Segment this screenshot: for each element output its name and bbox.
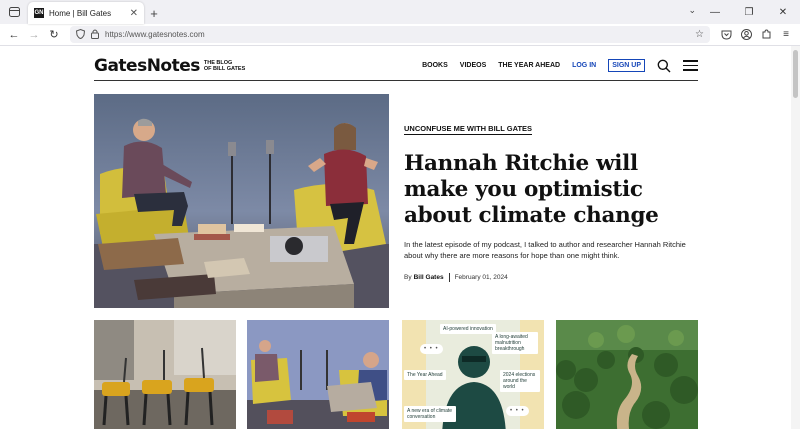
reload-icon[interactable]: ↻ — [44, 25, 64, 45]
byline: By Bill Gates February 01, 2024 — [404, 273, 694, 282]
nav-books-link[interactable]: BOOKS — [422, 62, 448, 69]
hero-headline[interactable]: Hannah Ritchie will make you optimistic … — [404, 151, 694, 229]
forward-icon[interactable]: → — [24, 25, 44, 45]
ya-label-climate: A new era of climate conversation — [404, 406, 456, 422]
hamburger-menu-icon[interactable] — [683, 60, 698, 71]
window-close-icon[interactable]: ✕ — [766, 0, 800, 24]
window-controls: — ❐ ✕ — [698, 0, 800, 24]
account-icon[interactable] — [736, 25, 756, 45]
byline-author: Bill Gates — [413, 274, 444, 281]
site-favicon-icon: GN — [34, 8, 44, 18]
browser-tab[interactable]: GN Home | Bill Gates ✕ — [28, 2, 144, 24]
tab-list-icon[interactable] — [3, 1, 25, 23]
extensions-icon[interactable] — [756, 25, 776, 45]
story-card-podcast[interactable] — [247, 320, 389, 429]
robots-image — [94, 320, 236, 429]
page-content: GatesNotes THE BLOG OF BILL GATES BOOKS … — [0, 46, 800, 429]
browser-tab-bar: GN Home | Bill Gates ✕ + ⌄ — ❐ ✕ — [0, 0, 800, 24]
bookmark-star-icon[interactable]: ☆ — [695, 29, 704, 40]
pocket-icon[interactable] — [716, 25, 736, 45]
browser-nav-bar: ← → ↻ https://www.gatesnotes.com ☆ ≡ — [0, 24, 800, 46]
site-nav: BOOKS VIDEOS THE YEAR AHEAD LOG IN SIGN … — [422, 59, 698, 73]
aerial-forest-image — [556, 320, 698, 429]
byline-prefix: By — [404, 274, 412, 281]
url-text: https://www.gatesnotes.com — [105, 30, 205, 39]
page-scrollbar[interactable] — [791, 46, 800, 429]
podcast-kicker-link[interactable]: UNCONFUSE ME WITH BILL GATES — [404, 124, 533, 135]
shield-icon[interactable] — [75, 28, 86, 41]
nav-videos-link[interactable]: VIDEOS — [460, 62, 486, 69]
site-tagline: THE BLOG OF BILL GATES — [204, 60, 248, 72]
hero-dek: In the latest episode of my podcast, I t… — [404, 240, 686, 260]
podcast-studio-illustration — [94, 94, 389, 308]
scrollbar-thumb[interactable] — [793, 50, 798, 98]
minimize-icon[interactable]: — — [698, 0, 732, 24]
back-icon[interactable]: ← — [4, 25, 24, 45]
app-menu-icon[interactable]: ≡ — [776, 25, 796, 45]
lock-icon[interactable] — [91, 29, 99, 41]
ya-dots-1: • • • — [420, 344, 443, 354]
story-card-year-ahead[interactable]: AI-powered innovation A long-awaited mal… — [402, 320, 544, 429]
ya-label-malnutrition: A long-awaited malnutrition breakthrough — [492, 332, 538, 354]
story-card-robots[interactable] — [94, 320, 236, 429]
ya-label-elections: 2024 elections around the world — [500, 370, 540, 392]
podcast-guest-image — [247, 320, 389, 429]
site-header: GatesNotes THE BLOG OF BILL GATES BOOKS … — [94, 51, 698, 81]
tabs-dropdown-icon[interactable]: ⌄ — [688, 5, 696, 16]
nav-year-ahead-link[interactable]: THE YEAR AHEAD — [498, 62, 560, 69]
byline-divider — [448, 273, 450, 282]
login-link[interactable]: LOG IN — [572, 62, 596, 69]
new-tab-button[interactable]: + — [144, 2, 164, 24]
byline-date: February 01, 2024 — [454, 274, 508, 281]
hero-image[interactable] — [94, 94, 389, 308]
signup-button[interactable]: SIGN UP — [608, 59, 645, 72]
site-logo[interactable]: GatesNotes — [94, 56, 200, 76]
tab-close-icon[interactable]: ✕ — [130, 8, 138, 19]
restore-icon[interactable]: ❐ — [732, 0, 766, 24]
ya-dots-2: • • • — [506, 406, 529, 416]
tab-title: Home | Bill Gates — [49, 8, 112, 18]
hero-article: UNCONFUSE ME WITH BILL GATES Hannah Ritc… — [404, 118, 694, 282]
address-bar[interactable]: https://www.gatesnotes.com ☆ — [70, 26, 710, 43]
story-card-forest[interactable] — [556, 320, 698, 429]
tagline-line-2: OF BILL GATES — [203, 65, 246, 72]
ya-label-ai: AI-powered innovation — [440, 324, 496, 334]
search-icon[interactable] — [657, 59, 671, 73]
ya-label-year-ahead: The Year Ahead — [404, 370, 446, 380]
